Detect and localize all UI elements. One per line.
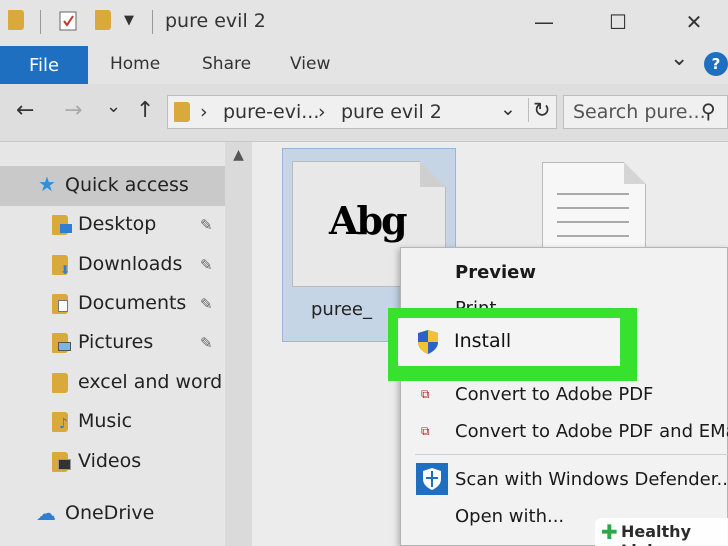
watermark-text: Healthy Living — [621, 522, 691, 546]
up-button[interactable]: ↑ — [136, 98, 154, 123]
pdf-icon: ⧉ — [421, 387, 430, 401]
sidebar-item-documents[interactable]: Documents ✎ — [0, 284, 225, 324]
text-line — [557, 221, 629, 223]
tab-share[interactable]: Share — [202, 54, 251, 74]
sidebar-item-onedrive[interactable]: ☁ OneDrive — [0, 494, 225, 534]
close-button[interactable]: ✕ — [674, 6, 714, 38]
breadcrumb-item[interactable]: pure-evi... — [223, 101, 319, 123]
new-folder-icon[interactable] — [95, 10, 119, 32]
search-icon[interactable]: ⚲ — [701, 99, 716, 123]
folder-icon — [8, 10, 32, 32]
font-preview-text: Abg — [329, 198, 408, 243]
pin-icon[interactable]: ✎ — [200, 295, 213, 313]
properties-icon[interactable] — [58, 10, 82, 32]
sidebar-item-music[interactable]: ♪ Music — [0, 402, 225, 442]
page-fold — [420, 161, 446, 187]
pin-icon[interactable]: ✎ — [200, 334, 213, 352]
install-highlight: Install — [388, 308, 637, 381]
cloud-icon: ☁ — [36, 501, 56, 525]
sidebar-item-excel-and-word[interactable]: excel and word — [0, 363, 225, 403]
breadcrumb-separator: › — [318, 101, 326, 123]
minimize-button[interactable]: — — [524, 6, 564, 38]
help-button[interactable]: ? — [704, 52, 728, 76]
sidebar-item-downloads[interactable]: ⬇ Downloads ✎ — [0, 245, 225, 285]
sidebar-item-desktop[interactable]: Desktop ✎ — [0, 205, 225, 245]
sidebar-item-quick-access[interactable]: ★ Quick access — [0, 166, 225, 206]
desktop-folder-icon — [52, 215, 72, 235]
title-bar: ▼ pure evil 2 — ☐ ✕ — [0, 0, 728, 44]
music-folder-icon: ♪ — [52, 412, 70, 432]
menu-item-install[interactable]: Install — [398, 318, 620, 366]
sidebar-scrollbar[interactable]: ▲ — [225, 142, 252, 546]
forward-button[interactable]: → — [64, 98, 82, 123]
menu-item-scan-defender[interactable]: Scan with Windows Defender... — [455, 469, 728, 490]
menu-item-label: Install — [454, 330, 512, 352]
folder-icon — [174, 102, 190, 122]
breadcrumb-separator: › — [200, 101, 208, 123]
sidebar-item-label: Quick access — [65, 174, 189, 196]
breadcrumb-item[interactable]: pure evil 2 — [341, 101, 442, 123]
tab-home[interactable]: Home — [110, 54, 160, 74]
sidebar-item-label: Videos — [78, 450, 142, 472]
menu-item-convert-pdf-email[interactable]: Convert to Adobe PDF and EMa — [455, 421, 728, 442]
text-line — [557, 193, 629, 195]
navigation-bar: ← → ⌄ ↑ › pure-evi... › pure evil 2 ⌄ ↻ … — [0, 84, 728, 142]
pin-icon[interactable]: ✎ — [200, 216, 213, 234]
divider — [40, 10, 41, 34]
downloads-folder-icon: ⬇ — [52, 255, 70, 277]
address-bar[interactable]: › pure-evi... › pure evil 2 ⌄ ↻ — [167, 95, 557, 129]
search-input[interactable]: Search pure... — [573, 101, 706, 123]
videos-folder-icon — [52, 452, 71, 472]
tab-file[interactable]: File — [0, 46, 88, 84]
sidebar-item-videos[interactable]: Videos — [0, 442, 225, 482]
sidebar-item-label: OneDrive — [65, 502, 155, 524]
customize-toolbar-icon[interactable]: ▼ — [124, 10, 148, 32]
recent-locations-button[interactable]: ⌄ — [106, 96, 121, 117]
sidebar-item-pictures[interactable]: Pictures ✎ — [0, 323, 225, 363]
star-icon: ★ — [38, 172, 56, 196]
ribbon-tabs: File Home Share View ⌄ ? — [0, 44, 728, 84]
menu-item-open-with[interactable]: Open with... — [455, 506, 564, 527]
text-line — [557, 235, 629, 237]
folder-icon — [52, 373, 70, 393]
window-title: pure evil 2 — [165, 10, 266, 32]
text-line — [557, 207, 629, 209]
sidebar-item-label: Pictures — [78, 331, 154, 353]
file-name: puree_ — [311, 299, 372, 320]
windows-defender-icon — [416, 463, 448, 495]
refresh-icon[interactable]: ↻ — [528, 98, 551, 122]
sidebar-item-label: Desktop — [78, 213, 157, 235]
scroll-up-icon[interactable]: ▲ — [225, 144, 252, 166]
pictures-folder-icon — [52, 333, 71, 353]
search-box[interactable]: Search pure... ⚲ — [563, 95, 728, 129]
pin-icon[interactable]: ✎ — [200, 256, 213, 274]
sidebar-item-label: Downloads — [78, 253, 183, 275]
navigation-pane: ★ Quick access Desktop ✎ ⬇ Downloads ✎ D… — [0, 142, 252, 546]
page-fold — [624, 162, 646, 184]
documents-folder-icon — [52, 294, 70, 314]
back-button[interactable]: ← — [16, 98, 34, 123]
pdf-email-icon: ⧉ — [421, 424, 430, 438]
uac-shield-icon — [416, 329, 440, 355]
sidebar-item-label: excel and word — [78, 371, 223, 393]
tab-view[interactable]: View — [290, 54, 330, 74]
menu-item-preview[interactable]: Preview — [455, 262, 536, 283]
sidebar-item-label: Music — [78, 410, 133, 432]
ribbon-expand-icon[interactable]: ⌄ — [670, 46, 688, 71]
maximize-button[interactable]: ☐ — [598, 6, 638, 38]
menu-item-convert-pdf[interactable]: Convert to Adobe PDF — [455, 384, 653, 405]
menu-divider — [415, 454, 728, 455]
address-dropdown-icon[interactable]: ⌄ — [500, 98, 516, 120]
sidebar-item-label: Documents — [78, 292, 187, 314]
context-menu: Preview Print ⧉ Convert to Adobe PDF ⧉ C… — [400, 247, 728, 546]
watermark: ✚ Healthy Living — [595, 518, 728, 546]
plus-icon: ✚ — [601, 520, 618, 544]
divider — [152, 10, 153, 34]
